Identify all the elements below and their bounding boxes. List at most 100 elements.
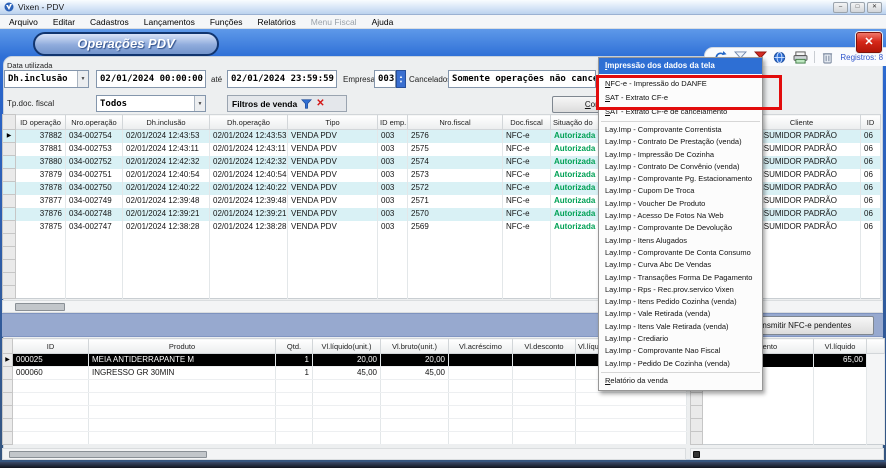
context-menu-item[interactable]: Lay.Imp - Itens Alugados	[599, 235, 762, 247]
column-header[interactable]: ID emp.	[378, 115, 408, 130]
table-row[interactable]: 000060INGRESSO GR 30MIN145,0045,00	[3, 367, 687, 380]
menubar-item-fun-es[interactable]: Funções	[210, 17, 243, 27]
context-menu-item[interactable]: Relatório da venda	[599, 375, 762, 387]
cancelados-field[interactable]: Somente operações não canceladas	[448, 70, 596, 88]
cell: 06	[861, 156, 881, 169]
table-row[interactable]	[691, 432, 885, 445]
table-row[interactable]	[691, 419, 885, 432]
context-menu-header[interactable]: Impressão dos dados da tela	[599, 58, 762, 74]
menubar-item-cadastros[interactable]: Cadastros	[90, 17, 129, 27]
table-row[interactable]	[3, 393, 687, 406]
date-mode-combo[interactable]: Dh.inclusão ▼	[4, 70, 89, 88]
context-menu-item[interactable]: Lay.Imp - Itens Vale Retirada (venda)	[599, 321, 762, 333]
column-header[interactable]: Tipo	[288, 115, 378, 130]
column-header[interactable]: Vl.bruto(unit.)	[381, 339, 449, 354]
table-row[interactable]: ▶000025MEIA ANTIDERRAPANTE M120,0020,00	[3, 354, 687, 367]
cell	[210, 286, 288, 299]
printer-icon[interactable]	[793, 50, 808, 64]
chevron-down-icon[interactable]: ▼	[77, 71, 88, 87]
context-menu-item[interactable]: Lay.Imp - Rps - Rec.prov.servico Vixen	[599, 284, 762, 296]
column-header[interactable]: Produto	[89, 339, 276, 354]
spin-down-icon[interactable]: ▼	[399, 79, 403, 84]
context-menu-item[interactable]: Lay.Imp - Contrato De Convênio (venda)	[599, 161, 762, 173]
menubar-item-lan-amentos[interactable]: Lançamentos	[144, 17, 195, 27]
filter-remove-icon[interactable]: ✕	[316, 98, 324, 109]
context-menu-item[interactable]: Lay.Imp - Comprovante De Devolução	[599, 222, 762, 234]
column-header[interactable]: Doc.fiscal	[503, 115, 551, 130]
delete-icon[interactable]	[821, 50, 835, 64]
context-menu-item[interactable]: Lay.Imp - Comprovante De Conta Consumo	[599, 247, 762, 259]
context-menu-item[interactable]: Lay.Imp - Comprovante Correntista	[599, 124, 762, 136]
context-menu-item[interactable]: Lay.Imp - Voucher De Produto	[599, 198, 762, 210]
menubar-item-ajuda[interactable]: Ajuda	[372, 17, 394, 27]
table-row[interactable]	[691, 406, 885, 419]
context-menu-item[interactable]: Lay.Imp - Curva Abc De Vendas	[599, 259, 762, 271]
filter-apply-icon[interactable]	[301, 99, 312, 109]
column-header[interactable]: ID	[861, 115, 881, 130]
context-menu-item[interactable]: Lay.Imp - Comprovante Nao Fiscal	[599, 345, 762, 357]
filtros-venda-label: Filtros de venda	[232, 99, 297, 109]
cell	[867, 354, 885, 367]
context-menu-item[interactable]: Lay.Imp - Contrato De Prestação (venda)	[599, 136, 762, 148]
context-menu-item[interactable]: Lay.Imp - Acesso De Fotos Na Web	[599, 210, 762, 222]
table-row[interactable]	[3, 432, 687, 445]
scrollbar-thumb[interactable]	[15, 303, 65, 311]
web-icon[interactable]	[773, 50, 787, 64]
column-header[interactable]	[867, 339, 885, 354]
scrollbar-thumb[interactable]	[693, 451, 700, 458]
table-row[interactable]	[691, 393, 885, 406]
column-header[interactable]: Nro.fiscal	[408, 115, 503, 130]
context-menu-item[interactable]: Lay.Imp - Comprovante Pg. Estacionamento	[599, 173, 762, 185]
maximize-button[interactable]: □	[850, 2, 865, 13]
column-header[interactable]: Vl.líquido	[814, 339, 867, 354]
cell	[288, 286, 378, 299]
row-selector	[3, 286, 16, 299]
menubar-item-relat-rios[interactable]: Relatórios	[257, 17, 295, 27]
date-to-field[interactable]: 02/01/2024 23:59:59	[227, 70, 337, 88]
close-button[interactable]: ✕	[867, 2, 882, 13]
toolbar-separator	[814, 51, 815, 63]
context-menu-item[interactable]: Lay.Imp - Pedido De Cozinha (venda)	[599, 358, 762, 370]
context-menu-item[interactable]: Lay.Imp - Itens Pedido Cozinha (venda)	[599, 296, 762, 308]
payments-hscrollbar[interactable]	[690, 448, 884, 460]
column-header[interactable]: Vl.acréscimo	[449, 339, 513, 354]
column-header[interactable]: Dh.operação	[210, 115, 288, 130]
cell: 034-002753	[66, 143, 123, 156]
context-menu-item[interactable]: Lay.Imp - Cupom De Troca	[599, 185, 762, 197]
tp-doc-combo[interactable]: Todos ▼	[96, 95, 206, 112]
cell	[66, 286, 123, 299]
column-header[interactable]: Qtd.	[276, 339, 313, 354]
menubar-item-editar[interactable]: Editar	[53, 17, 75, 27]
row-selector-header[interactable]	[3, 115, 16, 130]
row-selector	[3, 156, 16, 169]
column-header[interactable]: Dh.inclusão	[123, 115, 210, 130]
empresa-stepper[interactable]: ▲ ▼	[396, 70, 406, 88]
table-row[interactable]	[3, 419, 687, 432]
menubar-item-arquivo[interactable]: Arquivo	[9, 17, 38, 27]
column-header[interactable]: ID operação	[16, 115, 66, 130]
cell	[814, 406, 867, 419]
column-header[interactable]: Vl.líquido(unit.)	[313, 339, 381, 354]
cell: 2569	[408, 221, 503, 234]
row-selector-header[interactable]	[3, 339, 13, 354]
context-menu-item[interactable]: Lay.Imp - Vale Retirada (venda)	[599, 308, 762, 320]
scrollbar-thumb[interactable]	[9, 451, 207, 458]
context-menu-item[interactable]: Lay.Imp - Transações Forma De Pagamento	[599, 272, 762, 284]
cell	[503, 273, 551, 286]
date-from-field[interactable]: 02/01/2024 00:00:00	[96, 70, 206, 88]
table-row[interactable]	[3, 380, 687, 393]
close-window-button[interactable]: ✕	[856, 32, 882, 53]
column-header[interactable]: Nro.operação	[66, 115, 123, 130]
table-row[interactable]	[3, 406, 687, 419]
row-selector	[3, 169, 16, 182]
context-menu-item[interactable]: Lay.Imp - Crediario	[599, 333, 762, 345]
menubar: Arquivo Editar Cadastros Lançamentos Funções…	[0, 15, 886, 29]
column-header[interactable]: Vl.desconto	[513, 339, 576, 354]
chevron-down-icon[interactable]: ▼	[194, 96, 205, 111]
empresa-field[interactable]: 003	[374, 70, 396, 88]
column-header[interactable]: ID	[13, 339, 89, 354]
minimize-button[interactable]: –	[833, 2, 848, 13]
items-hscrollbar[interactable]	[2, 448, 686, 460]
cell	[867, 419, 885, 432]
context-menu-item[interactable]: Lay.Imp - Impressão De Cozinha	[599, 149, 762, 161]
